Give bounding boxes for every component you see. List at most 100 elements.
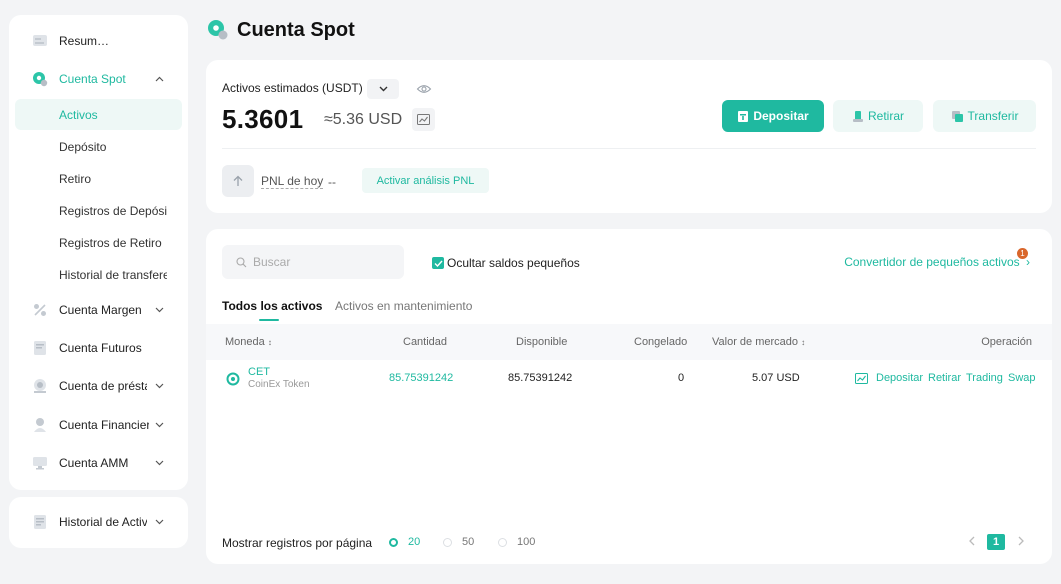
row-withdraw-link[interactable]: Retirar bbox=[928, 372, 961, 384]
sort-icon: ↕ bbox=[801, 338, 806, 347]
chevron-down-icon[interactable] bbox=[153, 419, 165, 431]
records-per-page-label: Mostrar registros por página bbox=[222, 536, 373, 550]
eye-icon[interactable] bbox=[416, 81, 432, 97]
total-balance: 5.3601 bbox=[222, 104, 304, 134]
page-size-option-20[interactable]: 20 bbox=[389, 536, 420, 548]
margin-icon bbox=[32, 302, 48, 318]
sidebar-item-label: Cuenta Futuros bbox=[59, 341, 142, 355]
sidebar-item-label: Cuenta Spot bbox=[59, 72, 126, 86]
converter-label: Convertidor de pequeños activos bbox=[844, 255, 1020, 269]
page-size-option-50[interactable]: 50 bbox=[443, 536, 474, 548]
chevron-right-icon[interactable] bbox=[1018, 536, 1025, 549]
spot-icon bbox=[32, 71, 48, 87]
activate-pnl-button[interactable]: Activar análisis PNL bbox=[362, 168, 489, 193]
divider bbox=[222, 148, 1036, 149]
sidebar-subitem-assets[interactable]: Activos bbox=[15, 99, 182, 130]
withdraw-icon bbox=[852, 110, 863, 122]
sidebar-item-label: Cuenta de préstamo bbox=[59, 379, 147, 393]
pnl-today-value: -- bbox=[328, 175, 336, 189]
sidebar-item-spot[interactable]: Cuenta Spot bbox=[9, 63, 188, 95]
spot-icon bbox=[207, 19, 229, 41]
sidebar-item-label: Cuenta Margen bbox=[59, 303, 142, 317]
radio-unselected bbox=[498, 537, 507, 547]
sidebar-subitem-label: Retiro bbox=[59, 171, 92, 186]
chevron-down-icon[interactable] bbox=[153, 457, 165, 469]
hide-small-balances-label: Ocultar saldos pequeños bbox=[447, 256, 580, 270]
chevron-left-icon[interactable] bbox=[968, 536, 975, 549]
sidebar-item-amm[interactable]: Cuenta AMM bbox=[9, 447, 188, 479]
sidebar-item-label: Cuenta AMM bbox=[59, 456, 129, 470]
search-box[interactable] bbox=[222, 245, 404, 279]
tab-all-assets[interactable]: Todos los activos bbox=[222, 299, 322, 313]
available-cell: 85.75391242 bbox=[508, 372, 573, 384]
column-coin[interactable]: Moneda ↕ bbox=[225, 336, 272, 348]
assets-card: Ocultar saldos pequeños Convertidor de p… bbox=[206, 229, 1052, 564]
hide-small-balances-toggle[interactable]: Ocultar saldos pequeños bbox=[432, 256, 580, 270]
radio-unselected bbox=[443, 537, 452, 547]
unit-dropdown[interactable] bbox=[367, 79, 399, 99]
page-size-label: 50 bbox=[462, 536, 475, 548]
sidebar-subitem-withdraw[interactable]: Retiro bbox=[15, 163, 182, 194]
transfer-button-label: Transferir bbox=[967, 109, 1019, 123]
chart-icon[interactable] bbox=[412, 108, 435, 131]
arrow-up-icon bbox=[222, 165, 254, 197]
row-trading-link[interactable]: Trading bbox=[966, 372, 1003, 384]
table-header: Moneda ↕ Cantidad Disponible Congelado V… bbox=[206, 324, 1052, 360]
loan-icon bbox=[32, 378, 48, 394]
transfer-button[interactable]: Transferir bbox=[933, 100, 1036, 132]
chevron-down-icon[interactable] bbox=[153, 516, 165, 528]
sidebar-item-loan[interactable]: Cuenta de préstamo bbox=[9, 370, 188, 402]
chevron-down-icon[interactable] bbox=[153, 304, 165, 316]
current-page-button[interactable]: 1 bbox=[987, 534, 1005, 550]
search-icon bbox=[236, 256, 247, 267]
market-value-cell: 5.07 USD bbox=[752, 372, 800, 384]
withdraw-button-label: Retirar bbox=[867, 109, 904, 123]
radio-selected bbox=[389, 537, 398, 547]
tab-maintenance-assets[interactable]: Activos en mantenimiento bbox=[335, 299, 472, 313]
column-available: Disponible bbox=[516, 336, 568, 348]
column-frozen: Congelado bbox=[634, 336, 688, 348]
sidebar-item-margin[interactable]: Cuenta Margen bbox=[9, 294, 188, 326]
row-swap-link[interactable]: Swap bbox=[1008, 372, 1036, 384]
coin-code[interactable]: CET bbox=[248, 366, 270, 378]
page-size-option-100[interactable]: 100 bbox=[498, 536, 535, 548]
sidebar-subitem-transfer-history[interactable]: Historial de transferencias bbox=[15, 259, 182, 290]
search-input[interactable] bbox=[253, 255, 393, 269]
withdraw-button[interactable]: Retirar bbox=[833, 100, 923, 132]
small-assets-converter-link[interactable]: Convertidor de pequeños activos › bbox=[844, 255, 1030, 269]
deposit-button[interactable]: Depositar bbox=[722, 100, 824, 132]
chevron-up-icon[interactable] bbox=[153, 73, 165, 85]
sidebar-subitem-label: Registros de Depósito bbox=[59, 203, 167, 218]
sidebar-item-label: Cuenta Financiera bbox=[59, 418, 149, 432]
sidebar-item-summary[interactable]: Resumen de Activos bbox=[9, 25, 188, 57]
futures-icon bbox=[32, 340, 48, 356]
sidebar-item-label: Historial de Actividades bbox=[59, 515, 147, 529]
estimated-assets-label: Activos estimados (USDT) bbox=[222, 81, 363, 95]
balance-approx-usd: ≈5.36 USD bbox=[324, 111, 403, 128]
column-operation: Operación bbox=[981, 336, 1032, 348]
amm-icon bbox=[32, 455, 48, 471]
sidebar-item-label: Resumen de Activos bbox=[59, 34, 111, 48]
sidebar-subitem-withdraw-records[interactable]: Registros de Retiro bbox=[15, 227, 182, 258]
sidebar-item-futures[interactable]: Cuenta Futuros bbox=[9, 332, 188, 364]
chevron-down-icon[interactable] bbox=[153, 380, 165, 392]
cet-coin-icon bbox=[226, 372, 240, 386]
page-size-label: 20 bbox=[408, 536, 421, 548]
page-size-label: 100 bbox=[517, 536, 536, 548]
sidebar-subitem-label: Registros de Retiro bbox=[59, 235, 162, 250]
row-deposit-link[interactable]: Depositar bbox=[876, 372, 923, 384]
chevron-down-icon bbox=[379, 86, 387, 92]
column-market-value[interactable]: Valor de mercado ↕ bbox=[712, 336, 805, 348]
checkbox-checked[interactable] bbox=[432, 257, 444, 269]
chart-icon[interactable] bbox=[855, 373, 868, 387]
sidebar-subitem-deposit[interactable]: Depósito bbox=[15, 131, 182, 162]
pnl-today-label[interactable]: PNL de hoy bbox=[261, 175, 324, 189]
frozen-cell: 0 bbox=[678, 372, 685, 384]
balance-card: Activos estimados (USDT) 5.3601 ≈5.36 US… bbox=[206, 60, 1052, 213]
column-label: Moneda bbox=[225, 336, 265, 348]
sidebar-item-finance[interactable]: Cuenta Financiera bbox=[9, 409, 188, 441]
sidebar-item-activity-history[interactable]: Historial de Actividades bbox=[9, 506, 188, 538]
amount-cell[interactable]: 85.75391242 bbox=[389, 372, 453, 384]
page-header: Cuenta Spot bbox=[207, 17, 355, 43]
sidebar-subitem-deposit-records[interactable]: Registros de Depósito bbox=[15, 195, 182, 226]
